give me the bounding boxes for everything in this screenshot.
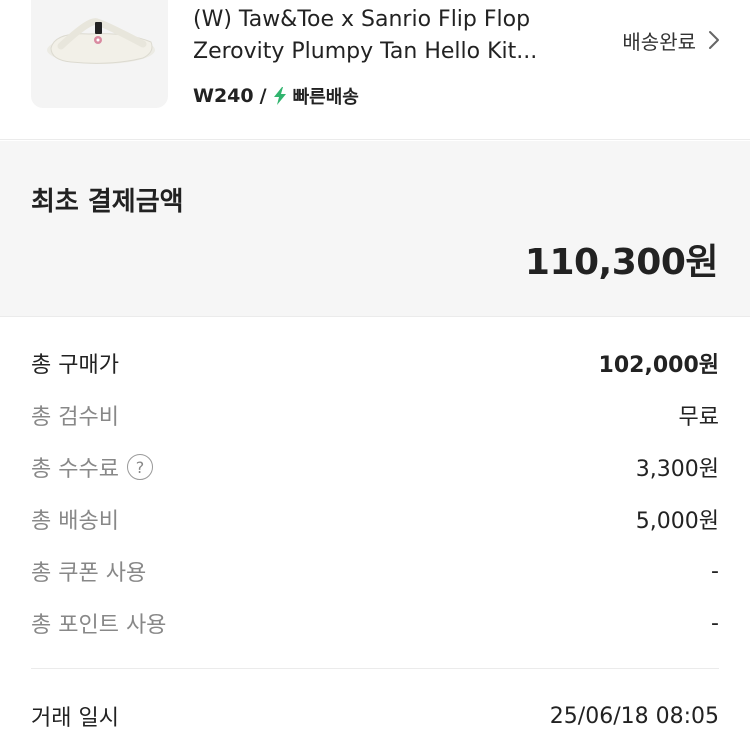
product-thumbnail[interactable]	[31, 0, 168, 108]
breakdown-row-inspection-fee: 총 검수비 무료	[31, 389, 719, 441]
fast-delivery-label: 빠른배송	[292, 87, 359, 108]
lightning-icon	[273, 87, 286, 105]
trade-datetime-row: 거래 일시 25/06/18 08:05	[31, 690, 719, 742]
breakdown-row-shipping-fee: 총 배송비 5,000원	[31, 493, 719, 545]
breakdown-label: 총 구매가	[31, 353, 119, 378]
delivery-status-link[interactable]: 배송완료	[622, 24, 720, 56]
breakdown-label: 총 배송비	[31, 509, 119, 534]
breakdown-value: 102,000원	[598, 353, 719, 378]
total-payment-label: 최초 결제금액	[31, 187, 184, 217]
product-summary[interactable]: (W) Taw&Toe x Sanrio Flip Flop Zerovity …	[0, 0, 750, 140]
breakdown-label: 총 포인트 사용	[31, 613, 167, 638]
total-payment-value: 110,300원	[524, 242, 719, 283]
chevron-right-icon	[709, 31, 719, 49]
breakdown-value: 3,300원	[635, 457, 719, 482]
breakdown-row-points: 총 포인트 사용 -	[31, 597, 719, 649]
help-icon[interactable]: ?	[126, 454, 153, 480]
trade-datetime-label: 거래 일시	[31, 706, 119, 731]
breakdown-row-coupon: 총 쿠폰 사용 -	[31, 545, 719, 597]
meta-separator: /	[259, 85, 267, 107]
breakdown-value: 무료	[678, 405, 719, 430]
product-meta: W240 / 빠른배송	[193, 82, 359, 110]
breakdown-label: 총 쿠폰 사용	[31, 561, 147, 586]
size-label: W240	[193, 85, 254, 107]
flip-flop-image	[47, 18, 155, 64]
product-title[interactable]: (W) Taw&Toe x Sanrio Flip Flop Zerovity …	[193, 4, 573, 68]
breakdown-row-purchase-price: 총 구매가 102,000원	[31, 337, 719, 389]
breakdown-value: -	[711, 558, 719, 584]
trade-datetime-value: 25/06/18 08:05	[549, 703, 719, 729]
total-payment-section: 최초 결제금액 110,300원	[0, 141, 750, 317]
section-divider	[31, 668, 719, 669]
breakdown-row-commission: 총 수수료 ? 3,300원	[31, 441, 719, 493]
breakdown-label: 총 수수료	[31, 457, 119, 482]
breakdown-label: 총 검수비	[31, 405, 119, 430]
breakdown-value: -	[711, 610, 719, 636]
breakdown-value: 5,000원	[635, 509, 719, 534]
payment-breakdown: 총 구매가 102,000원 총 검수비 무료 총 수수료 ? 3,300원 총…	[31, 337, 719, 649]
delivery-status: 배송완료	[622, 29, 696, 54]
